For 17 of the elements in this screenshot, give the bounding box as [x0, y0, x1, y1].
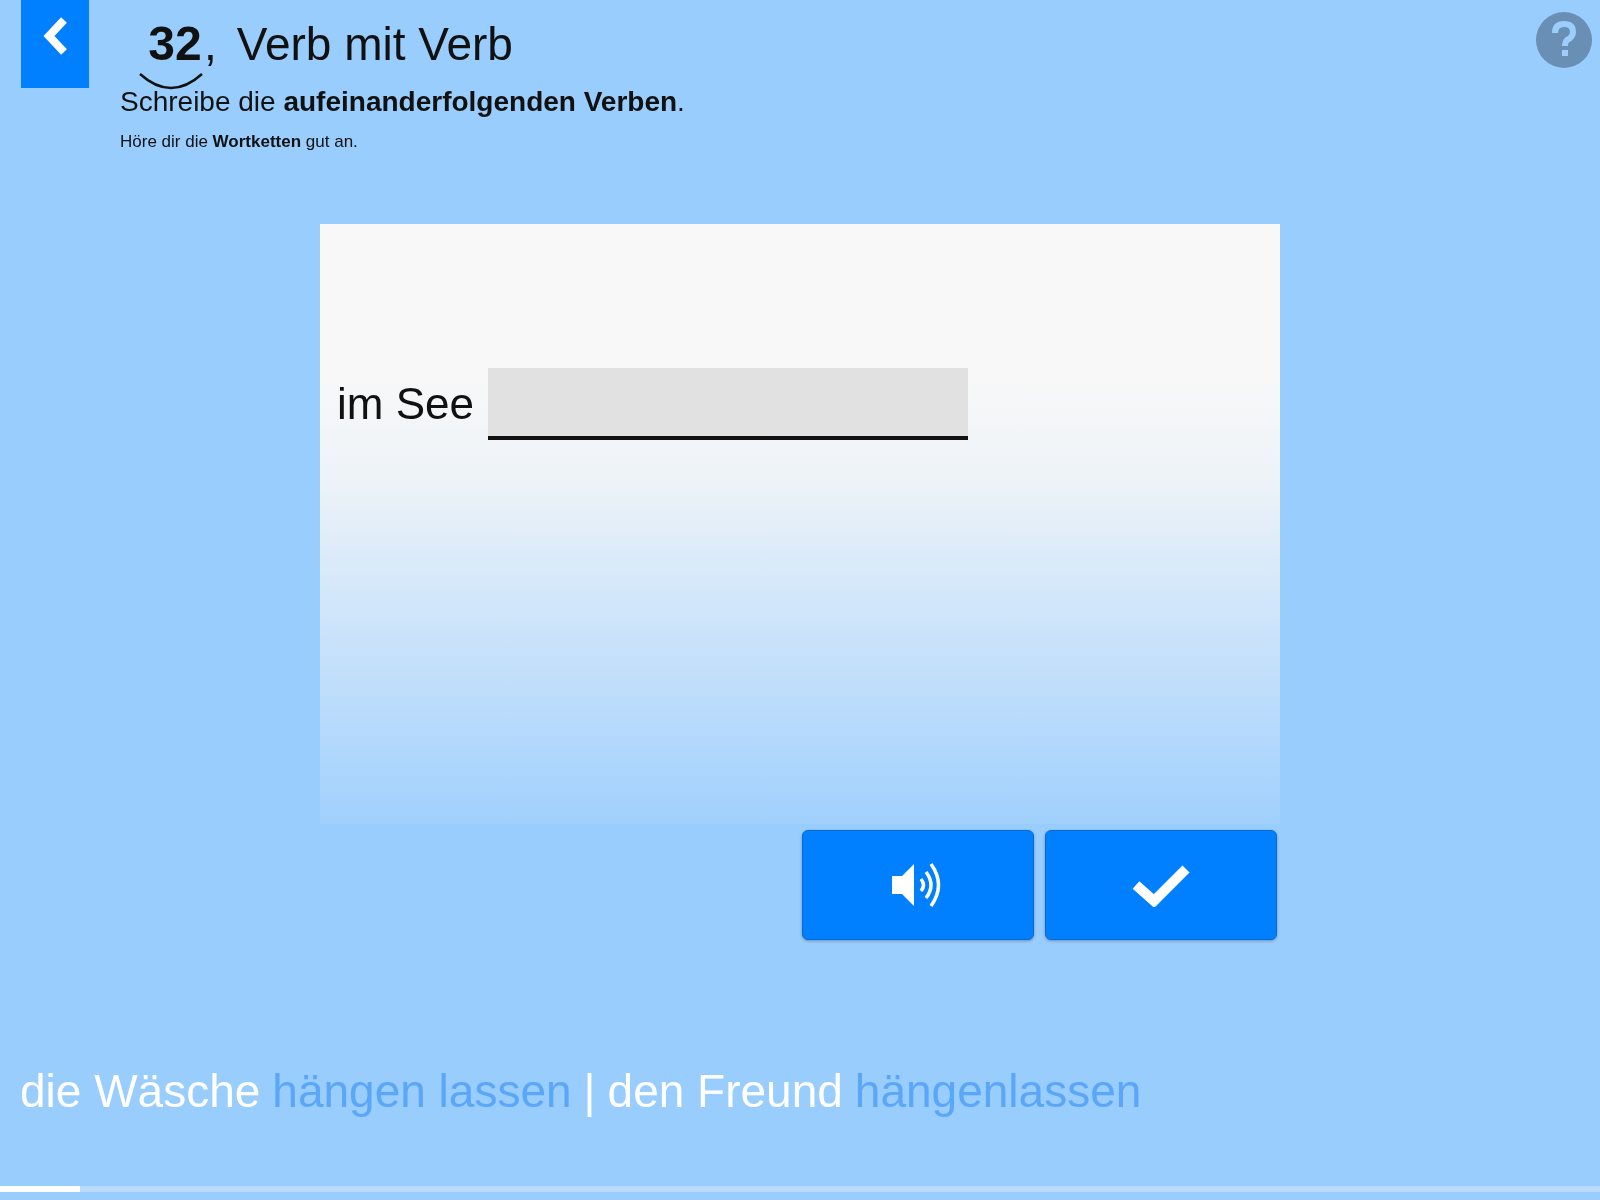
divider-text: | [583, 1064, 596, 1118]
checkmark-icon [1132, 863, 1190, 907]
exercise-title: Verb mit Verb [236, 17, 513, 72]
hint-text: Höre dir die Wortketten gut an. [120, 132, 359, 152]
comma: , [204, 17, 217, 72]
exercise-number: 32 [148, 16, 202, 72]
prompt-text: im See [337, 379, 474, 429]
answer-text: hängenlassen [854, 1064, 1142, 1118]
play-audio-button[interactable] [802, 830, 1034, 940]
answer-field[interactable] [487, 368, 968, 440]
back-button[interactable] [21, 0, 89, 88]
smile-arc-icon [138, 72, 204, 90]
instruction-text: Schreibe die aufeinanderfolgenden Verben. [120, 86, 685, 118]
phrase-text: den Freund [607, 1064, 843, 1118]
answer-text: hängen lassen [272, 1064, 572, 1118]
phrase-text: die Wäsche [20, 1064, 261, 1118]
check-button[interactable] [1045, 830, 1277, 940]
